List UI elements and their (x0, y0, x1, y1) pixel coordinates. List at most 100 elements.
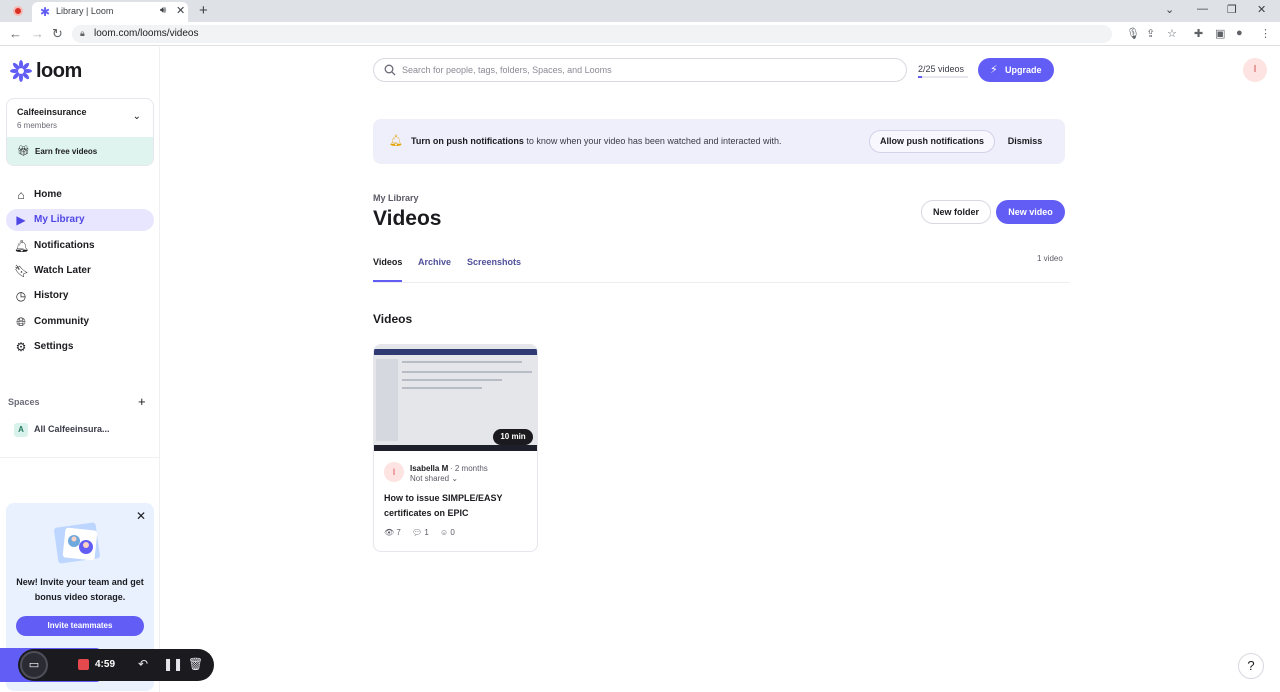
profile-icon[interactable]: ● (1236, 27, 1243, 39)
sidebar-item-community[interactable]: 🌐︎ Community (6, 311, 154, 333)
video-card[interactable]: 10 min I Isabella M · 2 months Not share… (373, 344, 538, 552)
workspace-switcher[interactable]: Calfeeinsurance 6 members ⌄ 🎁︎ Earn free… (6, 98, 154, 166)
avatar: I (384, 462, 404, 482)
views-stat: 👁︎ 7 (384, 528, 401, 537)
thumbnail-line (402, 379, 502, 381)
side-panel-icon[interactable]: ▣ (1215, 27, 1225, 40)
tabs-divider (373, 282, 1069, 283)
sidebar-item-label: Watch Later (34, 265, 91, 276)
thumbnail-taskbar (374, 445, 537, 451)
banner-text-bold: Turn on push notifications (411, 136, 524, 146)
video-count: 1 video (1037, 254, 1063, 263)
extensions-icon[interactable]: ✚ (1194, 27, 1203, 40)
sidebar-item-home[interactable]: ⌂ Home (6, 184, 154, 206)
workspace-members: 6 members (17, 121, 58, 130)
microphone-icon[interactable]: 🎙︎ (1126, 27, 1140, 40)
new-video-button[interactable]: New video (996, 200, 1065, 224)
loom-logo-icon (10, 60, 32, 82)
earn-free-videos-button[interactable]: 🎁︎ Earn free videos (7, 137, 153, 165)
chevron-down-icon[interactable]: ⌄ (133, 111, 141, 122)
back-icon[interactable]: ← (9, 26, 22, 41)
tab-search-icon[interactable]: ⌄ (1165, 3, 1174, 16)
sharing-status[interactable]: Not shared ⌄ (410, 474, 458, 483)
video-title[interactable]: How to issue SIMPLE/EASY certificates on… (384, 491, 532, 521)
restore-icon[interactable]: ❐ (1227, 3, 1237, 16)
tab-archive[interactable]: Archive (418, 257, 451, 267)
promo-text: New! Invite your team and get bonus vide… (16, 577, 144, 602)
sidebar-item-label: My Library (34, 214, 85, 225)
forward-icon[interactable]: → (31, 26, 44, 41)
globe-icon: 🌐︎ (16, 315, 26, 329)
push-notification-banner: 🔔︎ Turn on push notifications to know wh… (373, 119, 1065, 164)
url-text: loom.com/looms/videos (94, 28, 199, 39)
reload-icon[interactable]: ↻ (52, 26, 63, 42)
clock-icon: ◷ (15, 289, 27, 303)
close-window-icon[interactable]: ✕ (1257, 3, 1266, 16)
invite-teammates-button[interactable]: Invite teammates (16, 616, 144, 636)
quota-progress-fill (918, 76, 922, 78)
sidebar-item-my-library[interactable]: ▶ My Library (6, 209, 154, 231)
sidebar-item-label: Community (34, 316, 89, 327)
recording-timer: 4:59 (95, 659, 116, 670)
browser-tab[interactable]: ✱ Library | Loom 🔊︎ ✕ (32, 2, 188, 22)
sidebar-item-notifications[interactable]: 🔔︎ Notifications (6, 235, 154, 257)
section-title: Videos (373, 312, 413, 326)
loom-logo[interactable]: loom (10, 59, 82, 83)
pause-icon[interactable]: ❚❚ (163, 657, 183, 671)
invite-illustration-icon (54, 522, 100, 564)
help-button[interactable]: ? (1238, 653, 1264, 679)
sidebar-item-settings[interactable]: ⚙ Settings (6, 336, 154, 358)
sidebar-item-watch-later[interactable]: 🔖︎ Watch Later (6, 260, 154, 282)
speaker-icon[interactable]: 🔊︎ (160, 5, 166, 16)
comments-count: 1 (424, 528, 429, 537)
url-field[interactable]: 🔒︎ loom.com/looms/videos (72, 25, 1112, 43)
close-icon[interactable]: ✕ (136, 509, 146, 523)
new-tab-icon[interactable]: + (199, 2, 208, 19)
sharing-status-label: Not shared (410, 474, 450, 483)
banner-text-rest: to know when your video has been watched… (523, 136, 782, 146)
dismiss-button[interactable]: Dismiss (1005, 130, 1045, 153)
quota-progress (918, 76, 968, 78)
add-space-icon[interactable]: + (138, 394, 146, 409)
upgrade-button[interactable]: ⚡︎ Upgrade (978, 58, 1054, 82)
gift-icon: 🎁︎ (17, 146, 30, 157)
delete-icon[interactable]: 🗑︎ (188, 657, 203, 671)
spaces-heading: Spaces (8, 397, 40, 407)
menu-icon[interactable]: ⋮ (1260, 27, 1271, 40)
video-age: · 2 months (450, 464, 488, 473)
minimize-icon[interactable]: — (1197, 3, 1208, 15)
avatar[interactable]: I (1243, 58, 1267, 82)
loom-favicon-icon: ✱ (40, 5, 51, 19)
share-icon[interactable]: ⇪ (1146, 27, 1155, 40)
tab-screenshots[interactable]: Screenshots (467, 257, 521, 267)
comment-icon: 💬︎ (412, 528, 423, 537)
thumbnail-header (374, 349, 537, 355)
library-icon: ▶ (16, 213, 26, 227)
duration-badge: 10 min (493, 429, 533, 445)
close-tab-icon[interactable]: ✕ (176, 4, 185, 17)
sidebar-divider (0, 457, 160, 458)
video-quota[interactable]: 2/25 videos (918, 64, 964, 74)
sidebar-item-history[interactable]: ◷ History (6, 285, 154, 307)
tab-videos[interactable]: Videos (373, 257, 402, 267)
thumbnail-line (402, 387, 482, 389)
restart-icon[interactable]: ↶ (138, 657, 148, 671)
bookmark-star-icon[interactable]: ☆ (1167, 27, 1177, 40)
bell-icon: 🔔︎ (389, 135, 403, 147)
breadcrumb[interactable]: My Library (373, 193, 419, 203)
space-badge: A (14, 423, 28, 437)
views-count: 7 (396, 528, 401, 537)
allow-push-notifications-button[interactable]: Allow push notifications (869, 130, 995, 153)
video-thumbnail[interactable]: 10 min (374, 345, 537, 451)
video-author: Isabella M (410, 464, 449, 473)
banner-text: Turn on push notifications to know when … (411, 136, 782, 146)
camera-icon[interactable]: ▭ (20, 651, 48, 679)
sidebar-item-label: Home (34, 189, 62, 200)
new-folder-button[interactable]: New folder (921, 200, 991, 224)
home-icon: ⌂ (17, 188, 25, 202)
lightning-icon: ⚡︎ (990, 64, 998, 76)
search-input[interactable] (402, 63, 892, 77)
reactions-stat: ☺ 0 (440, 528, 455, 537)
stop-recording-button[interactable] (78, 659, 89, 670)
logo-wordmark: loom (36, 59, 82, 82)
